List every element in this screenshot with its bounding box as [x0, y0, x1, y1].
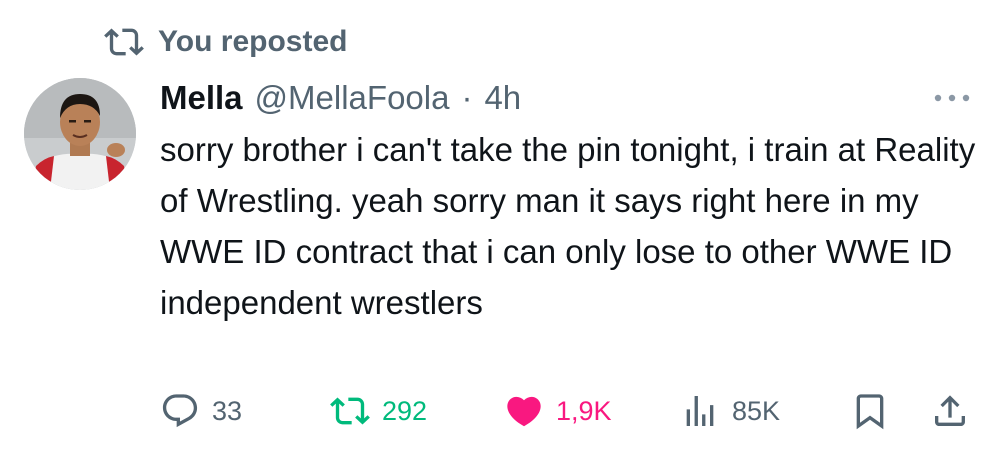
more-options-button[interactable] [930, 84, 974, 112]
reply-icon [162, 394, 198, 428]
like-icon [507, 396, 541, 427]
repost-icon [104, 28, 144, 56]
author-name[interactable]: Mella [160, 79, 243, 117]
views-button[interactable]: 85K [680, 386, 780, 436]
tweet-header: Mella @MellaFoola · 4h [160, 76, 521, 120]
views-icon [686, 396, 714, 426]
reply-button[interactable]: 33 [160, 386, 242, 436]
bookmark-button[interactable] [850, 386, 890, 436]
author-handle[interactable]: @MellaFoola [255, 79, 450, 117]
share-icon [935, 395, 965, 426]
share-button[interactable] [930, 386, 970, 436]
tweet-timestamp[interactable]: 4h [484, 79, 521, 117]
views-count: 85K [732, 395, 781, 426]
like-button[interactable]: 1,9K [504, 386, 612, 436]
repost-banner-label: You reposted [158, 25, 348, 58]
repost-icon [330, 397, 370, 425]
separator-dot: · [461, 79, 473, 116]
repost-count: 292 [382, 395, 428, 426]
avatar[interactable] [24, 78, 136, 190]
tweet-actions: 33 292 1,9K 85K [160, 386, 980, 436]
tweet-text: sorry brother i can't take the pin tonig… [160, 131, 976, 321]
reply-count: 33 [212, 395, 243, 426]
like-count: 1,9K [556, 395, 612, 426]
more-icon [934, 94, 970, 102]
avatar-photo [24, 78, 136, 190]
bookmark-icon [856, 394, 884, 430]
repost-button[interactable]: 292 [330, 386, 427, 436]
repost-banner: You reposted [104, 22, 347, 62]
